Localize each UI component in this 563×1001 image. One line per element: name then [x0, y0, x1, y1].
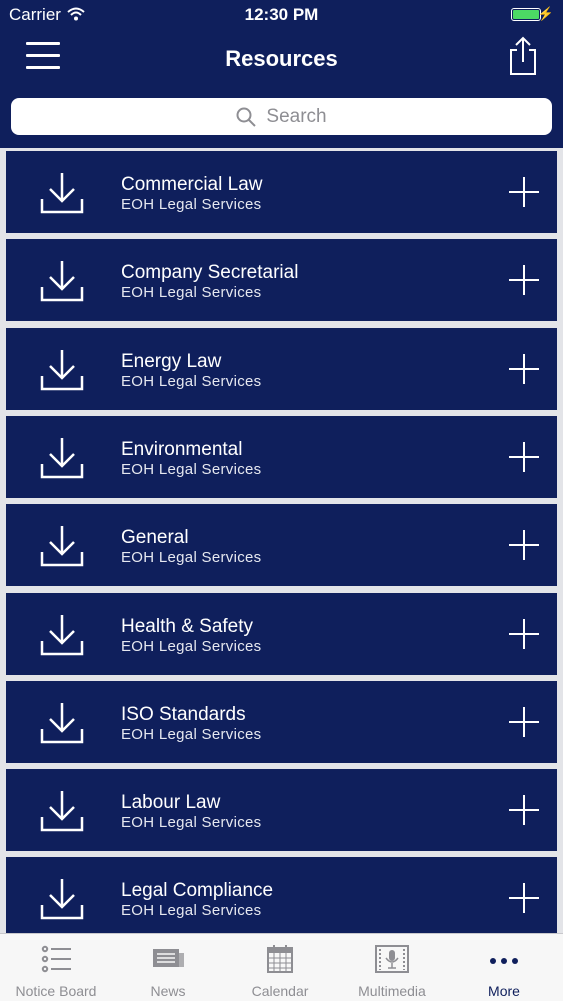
tab-more[interactable]: More	[448, 934, 560, 1001]
list-item-text: Legal Compliance EOH Legal Services	[121, 880, 273, 920]
tab-bar: Notice Board News Calendar Multimedia Mo…	[0, 933, 563, 1001]
tab-label: Calendar	[251, 983, 309, 999]
download-icon[interactable]	[40, 436, 84, 480]
calendar-icon	[267, 945, 293, 973]
resource-name: General	[121, 527, 189, 549]
resource-name: ISO Standards	[121, 703, 246, 725]
add-icon[interactable]	[508, 441, 540, 473]
list-item-text: Environmental EOH Legal Services	[121, 439, 261, 479]
add-icon[interactable]	[508, 529, 540, 561]
add-icon[interactable]	[508, 618, 540, 650]
download-icon[interactable]	[40, 701, 84, 745]
list-item[interactable]: Environmental EOH Legal Services	[6, 415, 557, 498]
resource-subtitle: EOH Legal Services	[121, 902, 262, 920]
status-bar: Carrier 12:30 PM ⚡	[0, 0, 563, 30]
resource-subtitle: EOH Legal Services	[121, 814, 262, 832]
resource-name: Environmental	[121, 438, 243, 460]
tab-calendar[interactable]: Calendar	[224, 934, 336, 1001]
search-bar-container: Search	[0, 90, 563, 148]
resource-name: Energy Law	[121, 350, 222, 372]
add-icon[interactable]	[508, 882, 540, 914]
tab-label: More	[488, 983, 520, 999]
add-icon[interactable]	[508, 706, 540, 738]
add-icon[interactable]	[508, 794, 540, 826]
list-item-text: ISO Standards EOH Legal Services	[121, 704, 261, 744]
charging-icon: ⚡	[537, 6, 554, 21]
more-dots-icon	[490, 958, 518, 964]
list-item[interactable]: General EOH Legal Services	[6, 504, 557, 587]
search-placeholder: Search	[266, 105, 327, 127]
resource-name: Company Secretarial	[121, 262, 299, 284]
page-title: Resources	[225, 46, 338, 71]
download-icon[interactable]	[40, 171, 84, 215]
list-item[interactable]: ISO Standards EOH Legal Services	[6, 680, 557, 763]
list-item[interactable]: Health & Safety EOH Legal Services	[6, 592, 557, 675]
search-input[interactable]: Search	[11, 98, 552, 135]
resource-subtitle: EOH Legal Services	[121, 372, 262, 390]
resource-name: Commercial Law	[121, 174, 263, 195]
resource-subtitle: EOH Legal Services	[121, 637, 262, 655]
list-item[interactable]: Energy Law EOH Legal Services	[6, 327, 557, 410]
search-icon	[236, 107, 257, 127]
nav-bar: Resources	[0, 30, 563, 90]
tab-label: News	[150, 983, 186, 999]
add-icon[interactable]	[508, 176, 540, 208]
resource-subtitle: EOH Legal Services	[121, 196, 262, 213]
clock-time: 12:30 PM	[244, 5, 319, 24]
list-icon	[41, 945, 71, 973]
resource-subtitle: EOH Legal Services	[121, 284, 262, 302]
tab-label: Notice Board	[15, 983, 97, 999]
resource-name: Labour Law	[121, 792, 221, 814]
download-icon[interactable]	[40, 613, 84, 657]
list-item-text: Energy Law EOH Legal Services	[121, 351, 261, 391]
battery-icon	[511, 8, 541, 21]
add-icon[interactable]	[508, 264, 540, 296]
list-item[interactable]: Legal Compliance EOH Legal Services	[6, 857, 557, 933]
resource-subtitle: EOH Legal Services	[121, 460, 262, 478]
microphone-film-icon	[375, 945, 409, 973]
tab-label: Multimedia	[358, 983, 426, 999]
download-icon[interactable]	[40, 877, 84, 921]
share-icon[interactable]	[507, 36, 539, 76]
add-icon[interactable]	[508, 353, 540, 385]
list-item-text: Commercial Law EOH Legal Services	[121, 174, 262, 214]
resource-name: Health & Safety	[121, 615, 254, 637]
list-item-text: Labour Law EOH Legal Services	[121, 792, 261, 832]
list-item[interactable]: Company Secretarial EOH Legal Services	[6, 239, 557, 322]
list-item-text: General EOH Legal Services	[121, 527, 261, 567]
download-icon[interactable]	[40, 348, 84, 392]
tab-multimedia[interactable]: Multimedia	[336, 934, 448, 1001]
download-icon[interactable]	[40, 259, 84, 303]
list-item[interactable]: Commercial Law EOH Legal Services	[6, 151, 557, 233]
tab-news[interactable]: News	[112, 934, 224, 1001]
resource-subtitle: EOH Legal Services	[121, 725, 262, 743]
resource-list[interactable]: Commercial Law EOH Legal Services Company …	[0, 148, 563, 933]
tab-notice-board[interactable]: Notice Board	[0, 934, 112, 1001]
resource-name: Legal Compliance	[121, 880, 274, 902]
resource-subtitle: EOH Legal Services	[121, 549, 262, 567]
list-item-text: Health & Safety EOH Legal Services	[121, 616, 261, 656]
download-icon[interactable]	[40, 789, 84, 833]
list-item[interactable]: Labour Law EOH Legal Services	[6, 769, 557, 852]
list-item-text: Company Secretarial EOH Legal Services	[121, 262, 298, 302]
download-icon[interactable]	[40, 524, 84, 568]
newspaper-icon	[153, 949, 184, 967]
